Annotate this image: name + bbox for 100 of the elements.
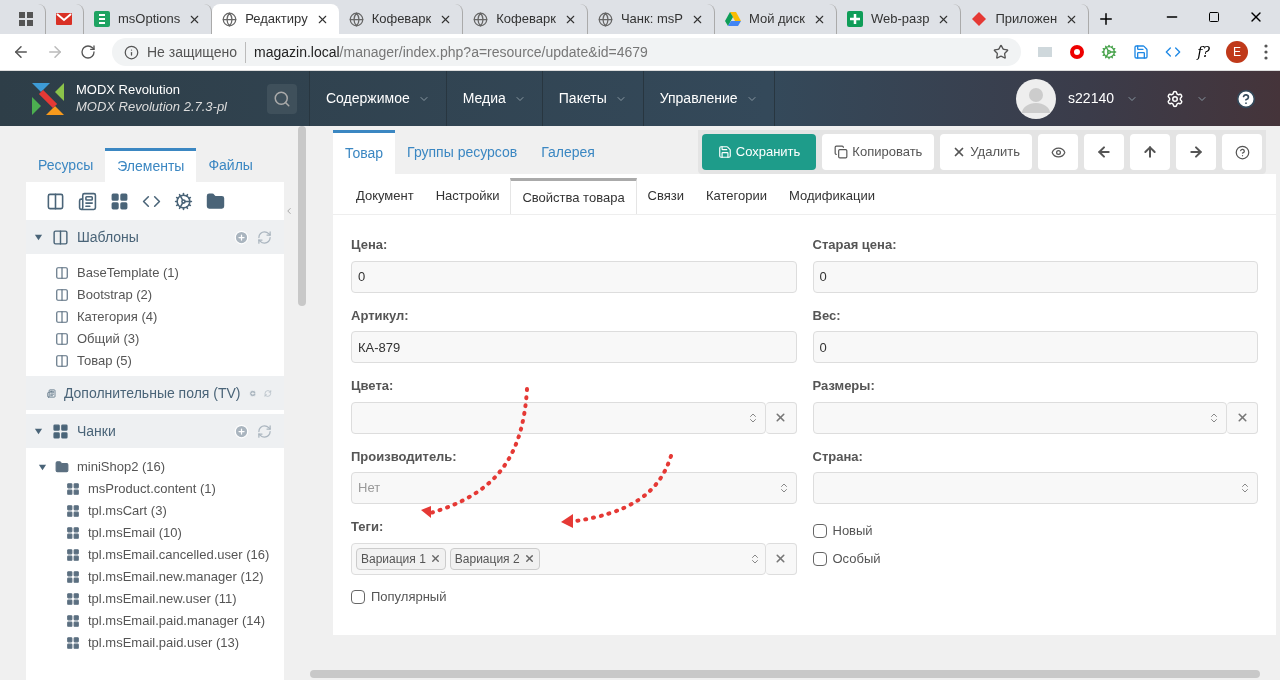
tag[interactable]: Вариация 2 [449,547,540,570]
view-button[interactable] [1038,134,1078,170]
select-field[interactable] [812,472,1258,504]
checkbox[interactable] [812,524,827,538]
tree-item[interactable]: tpl.msEmail.cancelled.user (16) [26,544,284,566]
field-label: Цвета: [351,377,395,395]
avatar-icon[interactable] [1016,78,1057,119]
save-icon[interactable] [1133,44,1150,60]
info-icon [124,44,139,60]
remove-icon[interactable] [429,553,441,564]
updown-icon [1239,482,1251,494]
folder-icon[interactable] [206,191,225,211]
globe-icon [597,11,613,27]
next-button[interactable] [1176,134,1216,170]
tree-item[interactable]: tpl.msEmail.new.manager (12) [26,566,284,588]
url-text: magazin.local/manager/index.php?a=resource/update&id=4679 [254,42,648,62]
field-label: Артикул: [351,306,410,325]
sub-tab[interactable]: Категории [695,178,779,214]
tree-item[interactable]: Общий (3) [26,328,284,350]
reload-icon[interactable] [80,44,96,60]
url-field[interactable]: Не защищено magazin.local/manager/index.php?a=resource/update&id=4679 [112,38,1022,66]
tree-item[interactable]: Категория (4) [26,306,284,328]
caret-icon[interactable] [34,232,43,242]
back-icon[interactable] [12,43,30,61]
restore-icon[interactable] [1208,11,1220,23]
checkbox-label: Новый [832,522,873,541]
section-header[interactable]: Чанки [26,414,284,448]
grid-icon [66,570,80,584]
caret-icon[interactable] [38,462,47,472]
help-button[interactable] [1222,134,1262,170]
sub-tab[interactable]: Документ [345,178,425,214]
tree-item[interactable]: tpl.msCart (3) [26,500,284,522]
columns-icon [55,310,69,324]
extension-icon[interactable] [1101,44,1118,60]
profile-avatar[interactable]: E [1226,41,1248,63]
text-field[interactable]: КА-879 [351,331,797,363]
menu-item[interactable]: Медиа [445,71,542,126]
columns-icon [46,191,65,211]
tree-item[interactable]: tpl.msEmail (10) [26,522,284,544]
text-field[interactable]: 0 [812,331,1258,363]
tree-item[interactable]: msProduct.content (1) [26,478,284,500]
section-header[interactable]: Шаблоны [26,220,284,254]
menu-item[interactable]: Содержимое [309,71,446,126]
menu-item[interactable]: Пакеты [541,71,643,126]
caret-icon[interactable] [34,426,43,436]
tree-item[interactable]: Товар (5) [26,350,284,372]
up-button[interactable] [1130,134,1170,170]
columns-icon [52,228,69,246]
browser-tab[interactable]: Редактиру [212,4,339,34]
help-icon[interactable] [1236,88,1256,109]
security-label: Не защищено [147,41,246,63]
sub-tab[interactable]: Модификации [778,178,886,214]
tree-item[interactable]: tpl.msEmail.new.user (11) [26,588,284,610]
brand-title: MODX Revolution [76,82,182,99]
cogs-icon[interactable] [174,191,193,211]
arrow-left-icon [1096,144,1112,160]
tree-item[interactable]: Bootstrap (2) [26,284,284,306]
text-field[interactable]: 0 [812,260,1258,293]
sub-tab[interactable]: Свойства товара [510,178,637,214]
sidebar-tab[interactable]: Ресурсы [26,148,106,182]
menu-item[interactable]: Управление [642,71,774,126]
user-name[interactable]: s22140 [1068,88,1114,109]
globe-icon [348,11,364,27]
columns-icon [55,266,69,280]
eye-icon [1050,144,1066,160]
code-icon[interactable] [1165,44,1182,60]
text-field[interactable]: 0 [351,260,797,293]
tag[interactable]: Вариация 1 [356,547,446,570]
settings-icon[interactable] [1166,89,1184,108]
main-tab[interactable]: Товар [333,130,396,174]
select-field[interactable] [812,401,1227,434]
bookmark-icon[interactable] [993,44,1010,60]
tags-field[interactable]: Вариация 1 Вариация 2 [351,542,766,575]
grid-icon [52,422,69,440]
select-field[interactable] [351,401,766,434]
menu-icon[interactable] [1264,44,1268,60]
tree-item[interactable]: miniShop2 (16) [26,456,284,478]
tree-item[interactable]: tpl.msEmail.paid.manager (14) [26,610,284,632]
checkbox-label: Популярный [371,587,447,606]
triangle-icon [724,12,741,26]
save-icon [717,145,732,159]
extension-label[interactable]: f? [1197,41,1210,63]
sub-tab[interactable]: Настройки [424,178,511,214]
toolbar-button[interactable]: Копировать [822,134,935,170]
remove-icon[interactable] [523,553,535,564]
close-icon [774,411,787,424]
grid-icon [110,191,129,211]
sub-tab[interactable]: Связи [636,178,696,214]
search-button[interactable] [267,83,297,114]
field-label: Теги: [351,518,385,536]
tree-item[interactable]: BaseTemplate (1) [26,262,284,284]
checkbox[interactable] [351,589,365,604]
toolbar-button[interactable]: Удалить [940,134,1032,170]
copy-icon [834,145,849,159]
checkbox[interactable] [812,552,827,566]
mail-icon [56,13,72,25]
prev-button[interactable] [1084,134,1124,170]
sidebar-tab[interactable]: Элементы [105,148,197,182]
tree-item[interactable]: tpl.msEmail.paid.user (13) [26,632,284,654]
extension-icon[interactable] [1069,44,1086,60]
